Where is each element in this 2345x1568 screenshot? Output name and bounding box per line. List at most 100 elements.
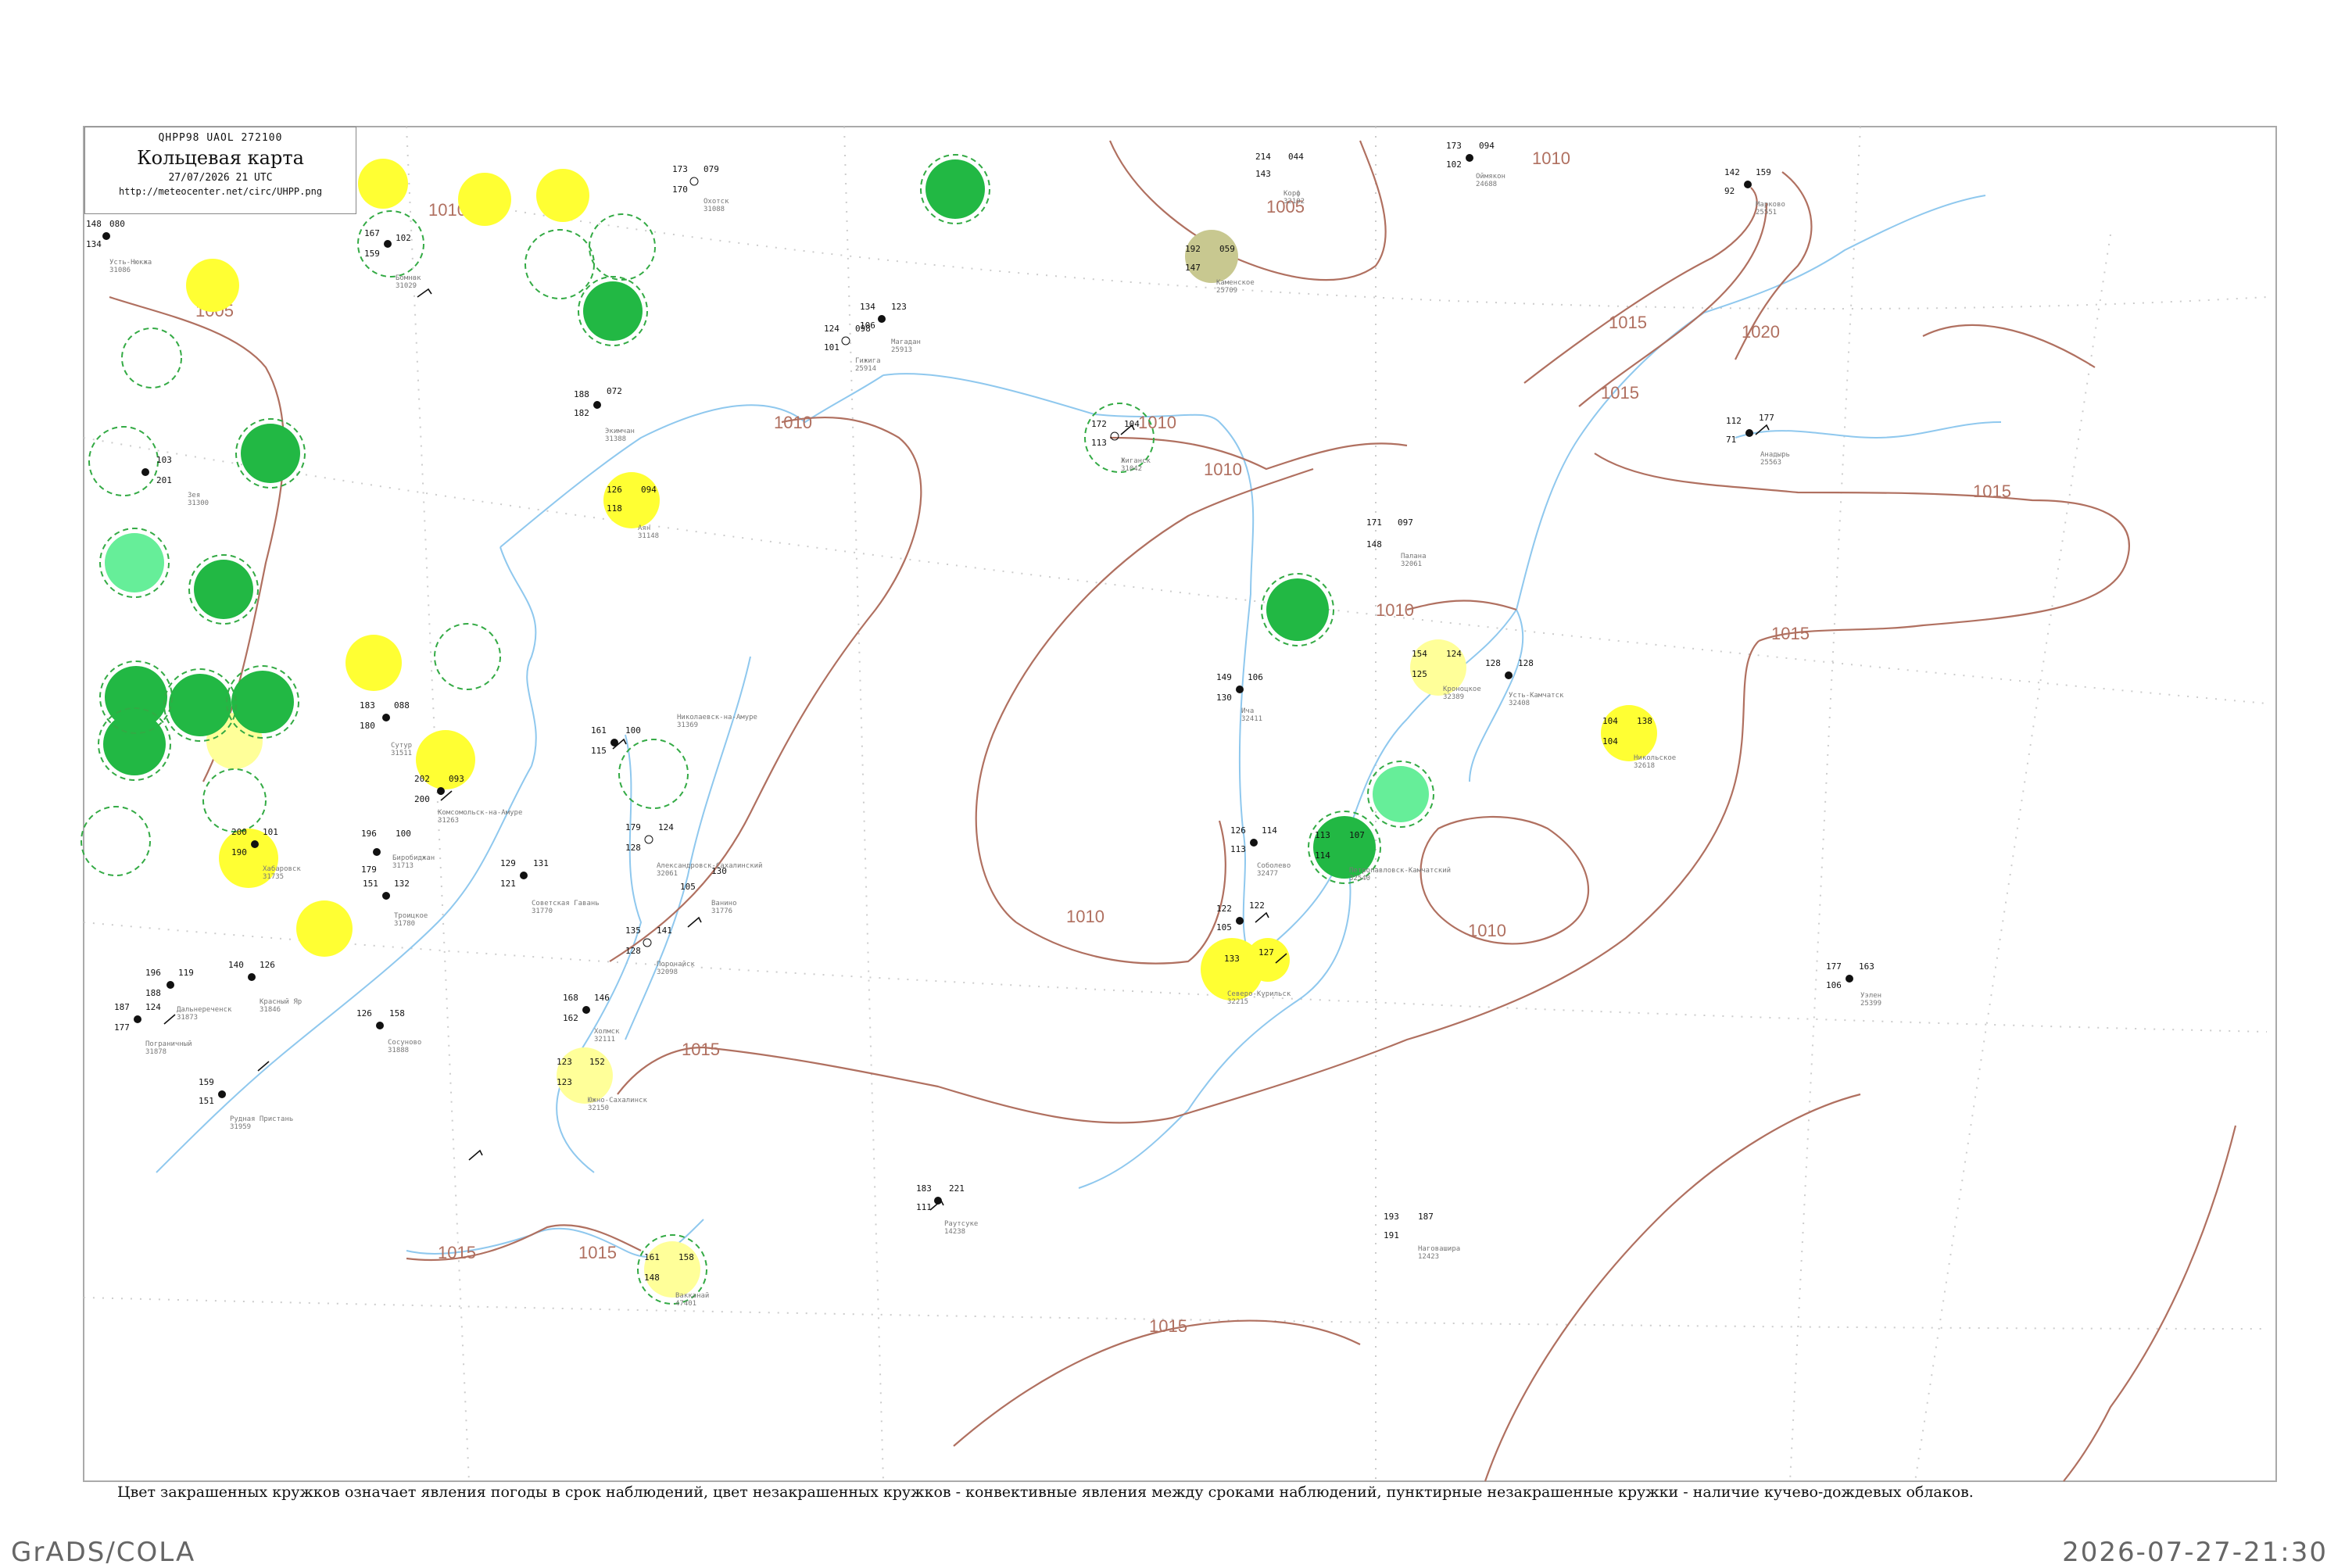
svg-text:121: 121: [500, 879, 516, 889]
isobar-label: 1015: [1973, 481, 2011, 501]
weather-circle-green: [1266, 578, 1329, 641]
weather-circle-light-green: [105, 533, 164, 592]
svg-text:140: 140: [228, 960, 244, 970]
svg-text:32408: 32408: [1509, 700, 1530, 707]
svg-text:214: 214: [1255, 152, 1271, 162]
svg-text:25399: 25399: [1860, 1000, 1881, 1008]
svg-text:172: 172: [1091, 419, 1107, 429]
svg-text:080: 080: [109, 219, 125, 229]
svg-text:193: 193: [1384, 1212, 1399, 1222]
svg-text:Ванино: Ванино: [711, 900, 737, 908]
station-plot: 196 179 100 Биробиджан31713: [361, 829, 435, 875]
svg-text:31873: 31873: [177, 1014, 198, 1022]
svg-text:044: 044: [1288, 152, 1304, 162]
svg-text:Холмск: Холмск: [594, 1028, 620, 1036]
weather-circle-green: [231, 671, 294, 733]
isobar-label: 1010: [1532, 149, 1570, 168]
svg-text:123: 123: [891, 302, 907, 312]
svg-text:106: 106: [1826, 980, 1842, 990]
svg-text:159: 159: [364, 249, 380, 259]
svg-text:114: 114: [1315, 850, 1330, 861]
svg-text:14238: 14238: [944, 1228, 965, 1236]
svg-text:129: 129: [500, 858, 516, 868]
svg-text:32061: 32061: [657, 870, 678, 878]
svg-text:101: 101: [263, 827, 278, 837]
svg-text:133: 133: [1224, 954, 1240, 964]
svg-text:31388: 31388: [605, 435, 626, 443]
station-plot: 173 102 094 Оймякон24688: [1446, 141, 1505, 188]
svg-text:31086: 31086: [109, 267, 131, 274]
svg-text:Комсомольск-на-Амуре: Комсомольск-на-Амуре: [438, 809, 522, 817]
svg-text:143: 143: [1255, 169, 1271, 179]
isobar-label: 1010: [1468, 921, 1506, 940]
svg-text:31511: 31511: [391, 750, 412, 757]
svg-text:47401: 47401: [675, 1300, 696, 1308]
svg-text:Вакканай: Вакканай: [675, 1292, 709, 1300]
map-date: 27/07/2026 21 UTC: [168, 172, 273, 184]
svg-text:079: 079: [704, 164, 719, 174]
isobar-label: 1010: [1066, 907, 1104, 926]
station-plot: 128 128 Усть-Камчатск32408: [1485, 658, 1564, 707]
map-source-url: http://meteocenter.net/circ/UHPP.png: [118, 186, 323, 197]
svg-text:171: 171: [1366, 517, 1382, 528]
footer-timestamp: 2026-07-27-21:30: [2062, 1537, 2328, 1568]
svg-text:130: 130: [1216, 693, 1232, 703]
svg-text:158: 158: [678, 1252, 694, 1262]
svg-text:Зея: Зея: [188, 492, 200, 499]
station-plot: 126 158 Сосуново31888: [356, 1008, 421, 1054]
svg-text:Рудная Пристань: Рудная Пристань: [230, 1115, 293, 1123]
station-plot: 168 162 146 Холмск32111: [563, 993, 620, 1044]
weather-circle-yellow: [536, 169, 589, 222]
svg-text:168: 168: [563, 993, 578, 1003]
svg-text:093: 093: [449, 774, 464, 784]
station-plot: 112 71 177 Анадырь25563: [1726, 413, 1790, 467]
svg-text:183: 183: [916, 1183, 932, 1194]
svg-text:Николаевск-на-Амуре: Николаевск-на-Амуре: [677, 714, 757, 721]
svg-text:196: 196: [361, 829, 377, 839]
svg-text:114: 114: [1262, 825, 1277, 836]
isobar-label: 1015: [1771, 624, 1810, 643]
svg-text:148: 148: [86, 219, 102, 229]
svg-text:Поронайск: Поронайск: [657, 961, 695, 968]
svg-text:167: 167: [364, 228, 380, 238]
svg-text:173: 173: [1446, 141, 1462, 151]
svg-text:179: 179: [361, 865, 377, 875]
svg-text:098: 098: [855, 324, 871, 334]
svg-text:31042: 31042: [1121, 465, 1142, 473]
svg-text:Троицкое: Троицкое: [394, 912, 428, 920]
weather-circle-light-green: [1373, 766, 1429, 822]
svg-text:135: 135: [625, 925, 641, 936]
weather-circle-green: [925, 159, 985, 219]
isobar-label: 1010: [774, 413, 812, 432]
svg-text:Марково: Марково: [1756, 201, 1785, 209]
svg-text:Петропавловск-Камчатский: Петропавловск-Камчатский: [1349, 867, 1451, 875]
svg-text:31776: 31776: [711, 908, 732, 915]
svg-text:Усть-Камчатск: Усть-Камчатск: [1509, 692, 1564, 700]
svg-text:31770: 31770: [532, 908, 553, 915]
svg-text:32150: 32150: [588, 1104, 609, 1112]
station-plot: 124 101 098 Гижига25914: [824, 324, 881, 373]
svg-text:Соболево: Соболево: [1257, 861, 1291, 870]
svg-text:113: 113: [1315, 830, 1330, 840]
svg-text:113: 113: [1091, 438, 1107, 448]
svg-text:134: 134: [860, 302, 875, 312]
station-plot: 151 132 Троицкое31780: [363, 879, 428, 928]
svg-text:104: 104: [1602, 716, 1618, 726]
isobar-label: 1015: [578, 1243, 617, 1262]
weather-circle-green: [241, 424, 300, 483]
svg-text:102: 102: [1446, 159, 1462, 170]
svg-text:127: 127: [1258, 947, 1274, 958]
svg-text:31300: 31300: [188, 499, 209, 507]
svg-text:105: 105: [680, 882, 696, 892]
footer-software: GrADS/COLA: [11, 1537, 196, 1568]
station-plot: 135 128 141 Поронайск32098: [625, 925, 695, 976]
svg-text:32111: 32111: [594, 1036, 615, 1044]
station-plot: 177 106 163 Уэлен25399: [1826, 961, 1881, 1008]
svg-text:141: 141: [657, 925, 672, 936]
svg-text:Усть-Нюкжа: Усть-Нюкжа: [109, 259, 152, 267]
isobar-label: 1020: [1742, 322, 1780, 342]
svg-text:31878: 31878: [145, 1048, 166, 1056]
svg-text:097: 097: [1398, 517, 1413, 528]
svg-text:188: 188: [145, 988, 161, 998]
svg-text:106: 106: [1248, 672, 1263, 682]
